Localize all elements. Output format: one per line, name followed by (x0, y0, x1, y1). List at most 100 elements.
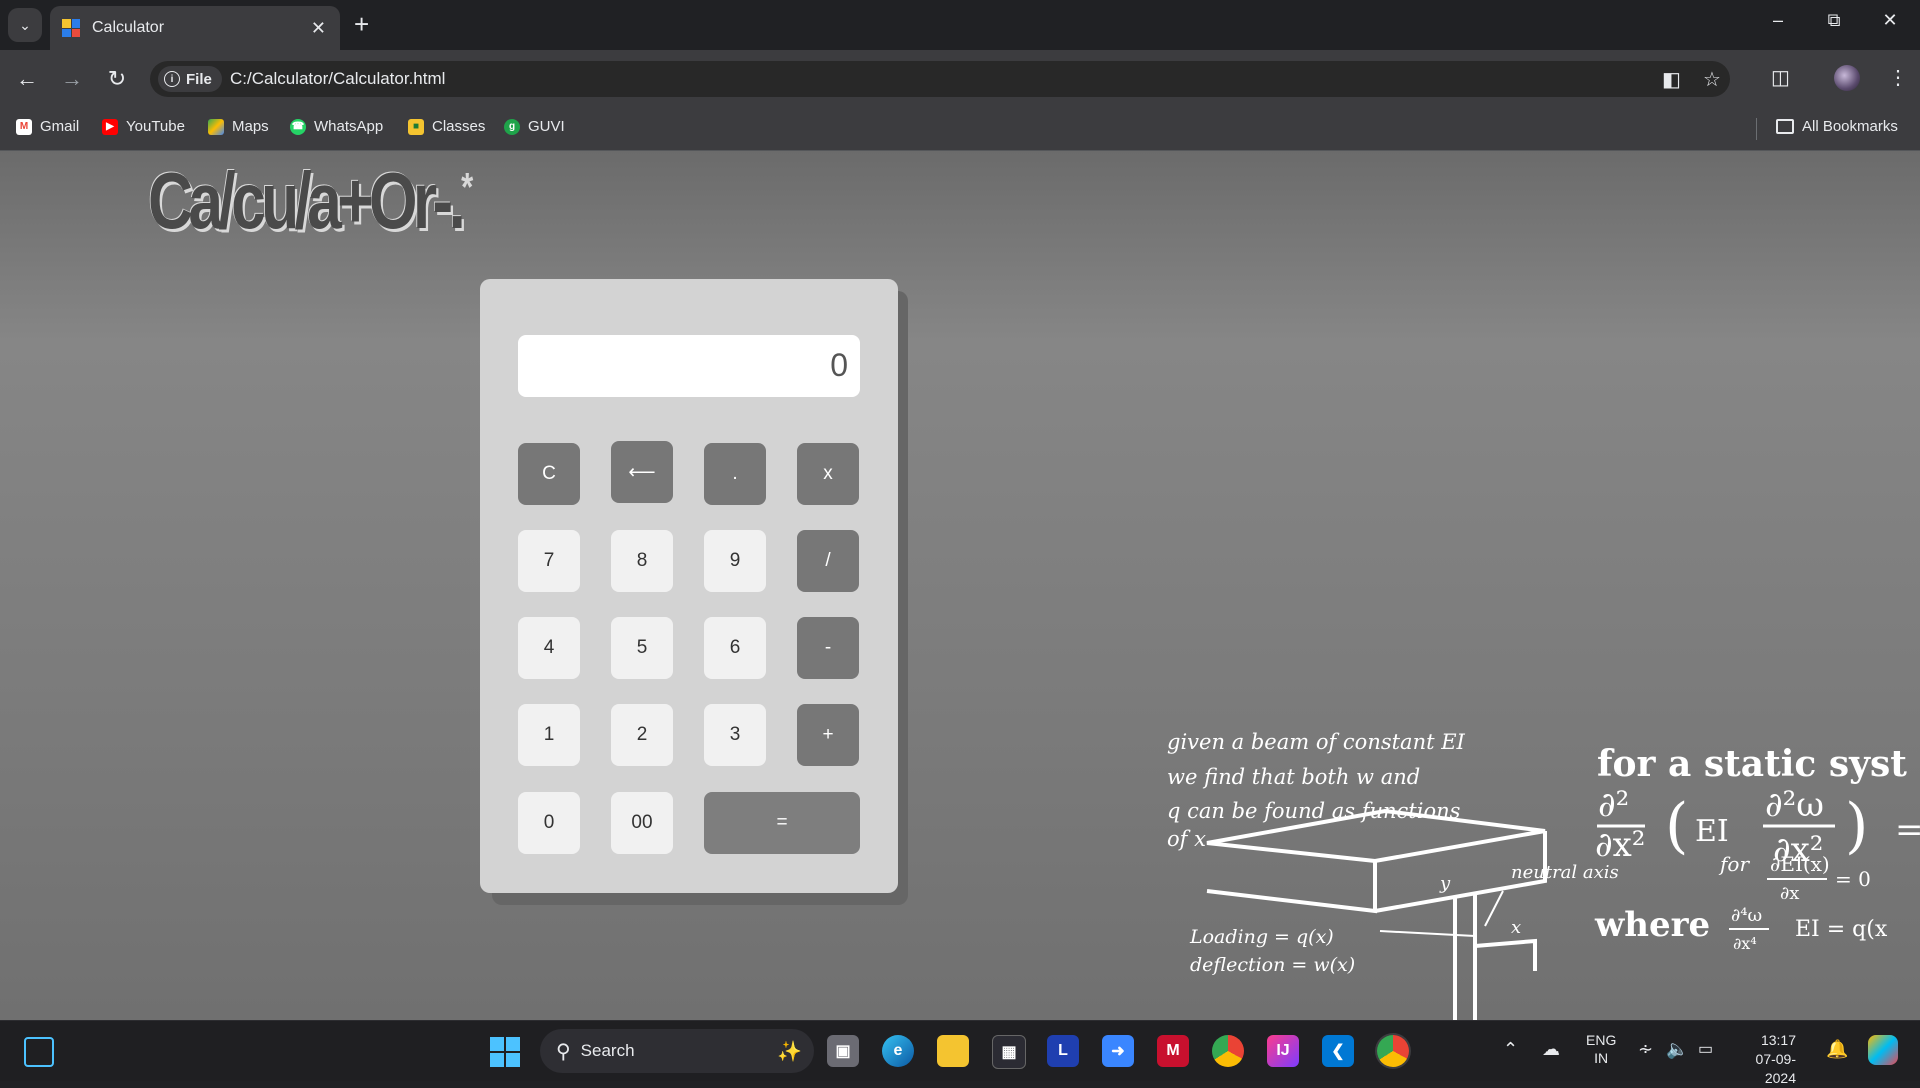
bookmark-classes[interactable]: ■ Classes (408, 118, 485, 135)
svg-text:EI: EI (1695, 814, 1729, 849)
site-info-chip[interactable]: i File (158, 66, 222, 92)
digit-6-button[interactable]: 6 (704, 617, 766, 679)
bookmark-guvi[interactable]: g GUVI (504, 118, 565, 135)
chrome-active-icon[interactable] (1377, 1035, 1409, 1067)
tray-overflow-chevron-icon[interactable]: ⌃ (1503, 1039, 1518, 1060)
notification-bell-icon[interactable]: 🔔 (1826, 1039, 1848, 1060)
chalk-line-1: given a beam of constant EI (1167, 730, 1466, 754)
logo-star: * (461, 165, 473, 210)
search-placeholder: Search (580, 1041, 635, 1060)
divide-button[interactable]: / (797, 530, 859, 592)
tab-title: Calculator (92, 19, 165, 36)
editor-app-icon[interactable]: ➜ (1102, 1035, 1134, 1067)
bookmarks-bar: M Gmail ▶ YouTube Maps ☎ WhatsApp ■ Clas… (0, 108, 1920, 151)
onedrive-icon[interactable]: ☁ (1542, 1039, 1560, 1060)
wifi-icon[interactable]: ∻ (1638, 1039, 1653, 1060)
language-indicator[interactable]: ENG IN (1586, 1031, 1616, 1067)
chevron-down-icon: ⌄ (19, 16, 31, 33)
chalk-axis-y: y (1439, 873, 1451, 894)
forward-arrow-icon[interactable]: → (57, 64, 87, 94)
digit-1-button[interactable]: 1 (518, 704, 580, 766)
widgets-icon[interactable] (24, 1037, 54, 1067)
reload-icon[interactable]: ↻ (102, 64, 132, 94)
backspace-button[interactable]: ⟵ (611, 441, 673, 503)
microsoft-store-icon[interactable]: ▦ (992, 1035, 1026, 1069)
back-arrow-icon[interactable]: ← (12, 64, 42, 94)
svg-text:= 0: = 0 (1835, 867, 1871, 891)
clock[interactable]: 13:17 07-09-2024 (1736, 1031, 1796, 1088)
kebab-menu-icon[interactable]: ⋮ (1888, 65, 1908, 90)
task-view-icon[interactable]: ▣ (827, 1035, 859, 1067)
bookmark-whatsapp[interactable]: ☎ WhatsApp (290, 118, 383, 135)
lens-app-icon[interactable]: L (1047, 1035, 1079, 1067)
windows-taskbar: ⚲ Search ✨ ▣ e ▦ L ➜ M IJ ❮ ⌃ ☁ ENG IN ∻… (0, 1020, 1920, 1086)
restore-icon[interactable]: ⧉ (1814, 10, 1854, 31)
search-highlight-icon: ✨ (777, 1040, 802, 1063)
windows-start-icon[interactable] (490, 1037, 520, 1067)
mcafee-icon[interactable]: M (1157, 1035, 1189, 1067)
folder-icon (1776, 119, 1794, 134)
decimal-button[interactable]: . (704, 443, 766, 505)
digit-5-button[interactable]: 5 (611, 617, 673, 679)
search-icon: ⚲ (556, 1040, 571, 1063)
svg-text:∂x²: ∂x² (1595, 825, 1645, 865)
copilot-icon[interactable] (1868, 1035, 1898, 1065)
svg-text:=: = (1895, 810, 1920, 850)
extensions-icon[interactable]: ◫ (1771, 65, 1790, 90)
chalk-neutral-axis: neutral axis (1511, 862, 1619, 883)
bookmark-star-icon[interactable]: ☆ (1703, 67, 1721, 92)
calculator-display[interactable]: 0 (518, 335, 860, 397)
tab-calculator[interactable]: Calculator ✕ (50, 6, 340, 50)
all-bookmarks-button[interactable]: All Bookmarks (1776, 118, 1898, 135)
bookmark-youtube[interactable]: ▶ YouTube (102, 118, 185, 135)
translate-icon[interactable]: ◧ (1662, 67, 1681, 92)
calculator-logo: Ca/cu/a+Or-.* (148, 155, 473, 247)
address-bar[interactable]: i File C:/Calculator/Calculator.html ◧ ☆ (150, 61, 1730, 97)
whatsapp-icon: ☎ (290, 118, 306, 135)
bookmark-maps[interactable]: Maps (208, 118, 269, 135)
bookmark-gmail[interactable]: M Gmail (16, 118, 79, 135)
window-close-icon[interactable]: ✕ (1870, 10, 1910, 31)
minimize-icon[interactable]: – (1758, 10, 1798, 31)
taskbar-search[interactable]: ⚲ Search ✨ (540, 1029, 814, 1073)
minus-button[interactable]: - (797, 617, 859, 679)
calculator-panel: 0 C ⟵ . x 7 8 9 / 4 5 6 - 1 2 3 + 0 00 = (480, 279, 898, 893)
multiply-button[interactable]: x (797, 443, 859, 505)
new-tab-button[interactable]: + (354, 10, 369, 38)
double-zero-button[interactable]: 00 (611, 792, 673, 854)
bookmark-label: Gmail (40, 118, 80, 135)
chrome-icon[interactable] (1212, 1035, 1244, 1067)
youtube-icon: ▶ (102, 118, 118, 135)
file-explorer-icon[interactable] (937, 1035, 969, 1067)
equals-button[interactable]: = (704, 792, 860, 854)
svg-text:): ) (1845, 791, 1868, 861)
all-bookmarks-label: All Bookmarks (1802, 118, 1898, 135)
digit-9-button[interactable]: 9 (704, 530, 766, 592)
calculator-favicon-icon (62, 19, 80, 37)
digit-7-button[interactable]: 7 (518, 530, 580, 592)
digit-4-button[interactable]: 4 (518, 617, 580, 679)
volume-icon[interactable]: 🔈 (1666, 1039, 1688, 1060)
svg-text:∂²: ∂² (1598, 785, 1629, 825)
intellij-icon[interactable]: IJ (1267, 1035, 1299, 1067)
digit-3-button[interactable]: 3 (704, 704, 766, 766)
svg-text:∂⁴ω: ∂⁴ω (1731, 905, 1762, 926)
svg-text:(: ( (1665, 791, 1688, 861)
close-icon[interactable]: ✕ (311, 18, 326, 39)
plus-button[interactable]: + (797, 704, 859, 766)
battery-icon[interactable]: ▭ (1698, 1039, 1713, 1059)
edge-icon[interactable]: e (882, 1035, 914, 1067)
digit-2-button[interactable]: 2 (611, 704, 673, 766)
vscode-icon[interactable]: ❮ (1322, 1035, 1354, 1067)
url-text[interactable]: C:/Calculator/Calculator.html (230, 69, 445, 89)
bookmark-label: WhatsApp (314, 118, 384, 135)
digit-8-button[interactable]: 8 (611, 530, 673, 592)
clear-button[interactable]: C (518, 443, 580, 505)
profile-avatar[interactable] (1834, 65, 1860, 91)
tab-search-button[interactable]: ⌄ (8, 8, 42, 42)
chalk-line-3: q can be found as functions (1167, 799, 1461, 823)
bookmark-label: Maps (232, 118, 269, 135)
chalk-heading: for a static syst (1597, 743, 1907, 785)
region-code: IN (1594, 1050, 1609, 1066)
digit-0-button[interactable]: 0 (518, 792, 580, 854)
